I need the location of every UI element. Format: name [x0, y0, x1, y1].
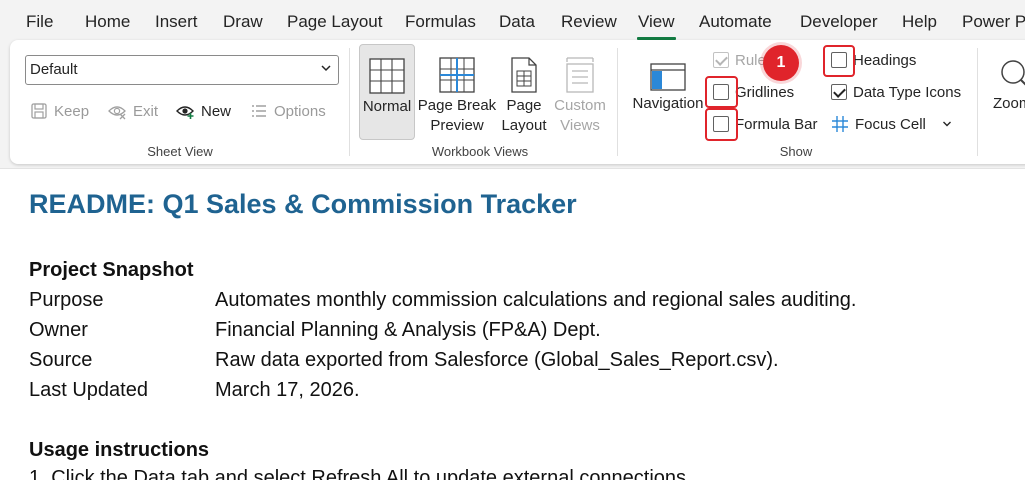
- custom-views-label-line2: Views: [560, 117, 600, 134]
- usage-instructions-heading: Usage instructions: [29, 439, 210, 461]
- exit-button[interactable]: Exit: [107, 100, 158, 122]
- eye-off-icon: [107, 102, 127, 120]
- tab-home[interactable]: Home: [85, 12, 130, 36]
- group-divider: [617, 48, 618, 156]
- custom-views-icon: [552, 44, 608, 94]
- tab-formulas[interactable]: Formulas: [405, 12, 476, 36]
- row-key: Owner: [29, 319, 88, 341]
- tab-help[interactable]: Help: [902, 12, 937, 36]
- ribbon-tab-bar: File Home Insert Draw Page Layout Formul…: [0, 0, 1025, 40]
- data-type-icons-check-icon: [831, 84, 847, 100]
- group-divider: [977, 48, 978, 156]
- tab-power-pivot[interactable]: Power Pi: [962, 12, 1025, 36]
- row-key: Purpose: [29, 289, 104, 311]
- row-value: March 17, 2026.: [215, 379, 360, 401]
- show-group-label: Show: [779, 144, 813, 159]
- normal-view-button[interactable]: Normal: [359, 44, 415, 140]
- chevron-down-icon: [320, 62, 332, 77]
- keep-button[interactable]: Keep: [30, 100, 89, 122]
- new-label: New: [201, 102, 232, 120]
- options-button[interactable]: Options: [250, 100, 326, 122]
- row-value: Financial Planning & Analysis (FP&A) Dep…: [215, 319, 601, 341]
- tab-draw[interactable]: Draw: [223, 12, 263, 36]
- focus-cell-icon: [831, 115, 849, 133]
- tab-view[interactable]: View: [637, 12, 676, 40]
- tab-automate[interactable]: Automate: [699, 12, 772, 36]
- gridlines-highlight: [705, 76, 738, 108]
- tab-insert[interactable]: Insert: [155, 12, 198, 36]
- row-value: Raw data exported from Salesforce (Globa…: [215, 349, 779, 371]
- page-layout-icon: [500, 44, 548, 94]
- eye-add-icon: [175, 102, 195, 120]
- step-1-badge: 1: [763, 45, 799, 81]
- headings-highlight: [823, 45, 855, 77]
- navigation-pane-icon: [628, 44, 708, 92]
- sheet-view-select-value: Default: [30, 61, 78, 78]
- page-break-preview-button[interactable]: Page Break Preview: [416, 44, 498, 140]
- save-icon: [30, 102, 48, 120]
- page-title: README: Q1 Sales & Commission Tracker: [29, 189, 577, 219]
- navigation-button[interactable]: Navigation: [628, 44, 708, 140]
- navigation-label: Navigation: [632, 95, 704, 112]
- keep-label: Keep: [54, 102, 90, 120]
- data-type-icons-label: Data Type Icons: [853, 83, 962, 101]
- page-break-preview-label-line2: Preview: [430, 117, 484, 134]
- gridlines-label: Gridlines: [735, 83, 795, 101]
- list-icon: [250, 102, 268, 120]
- zoom-magnifier-icon: [990, 44, 1025, 92]
- headings-label: Headings: [853, 51, 917, 69]
- normal-view-icon: [360, 45, 414, 95]
- exit-label: Exit: [133, 102, 159, 120]
- row-key: Last Updated: [29, 379, 148, 401]
- focus-cell-label: Focus Cell: [855, 115, 926, 133]
- normal-view-label: Normal: [362, 98, 412, 115]
- custom-views-button[interactable]: Custom Views: [552, 44, 608, 140]
- formula-bar-highlight: [705, 108, 738, 141]
- sheet-view-select[interactable]: Default: [25, 55, 339, 85]
- ruler-checkbox[interactable]: Rule: [713, 48, 766, 72]
- group-divider: [349, 48, 350, 156]
- tab-page-layout[interactable]: Page Layout: [287, 12, 382, 36]
- page-layout-label-line1: Page: [506, 97, 542, 114]
- tab-review[interactable]: Review: [561, 12, 617, 36]
- page-break-preview-label-line1: Page Break: [417, 97, 497, 114]
- options-label: Options: [274, 102, 326, 120]
- worksheet-area[interactable]: README: Q1 Sales & Commission Tracker Pr…: [0, 168, 1025, 480]
- row-key: Source: [29, 349, 93, 371]
- ribbon-panel: Default Keep Exit New Options Sheet View: [10, 40, 1025, 164]
- tab-data[interactable]: Data: [499, 12, 535, 36]
- page-layout-button[interactable]: Page Layout: [500, 44, 548, 140]
- chevron-down-icon[interactable]: [942, 119, 952, 129]
- page-layout-label-line2: Layout: [501, 117, 547, 134]
- instruction-step-1: 1. Click the Data tab and select Refresh…: [29, 467, 692, 480]
- formula-bar-label: Formula Bar: [735, 115, 818, 133]
- tab-developer[interactable]: Developer: [800, 12, 878, 36]
- focus-cell-button[interactable]: Focus Cell: [831, 112, 952, 136]
- zoom-label: Zoom: [993, 95, 1025, 112]
- sheet-view-group-label: Sheet View: [147, 144, 213, 159]
- row-value: Automates monthly commission calculation…: [215, 289, 857, 311]
- page-break-preview-icon: [416, 44, 498, 94]
- custom-views-label-line1: Custom: [554, 97, 606, 114]
- ruler-check-icon: [713, 52, 729, 68]
- project-snapshot-heading: Project Snapshot: [29, 259, 194, 281]
- tab-file[interactable]: File: [26, 12, 53, 36]
- ruler-label: Rule: [735, 51, 766, 69]
- new-sheet-view-button[interactable]: New: [175, 100, 231, 122]
- data-type-icons-checkbox[interactable]: Data Type Icons: [831, 80, 961, 104]
- zoom-button[interactable]: Zoom: [990, 44, 1025, 140]
- workbook-views-group-label: Workbook Views: [431, 144, 529, 159]
